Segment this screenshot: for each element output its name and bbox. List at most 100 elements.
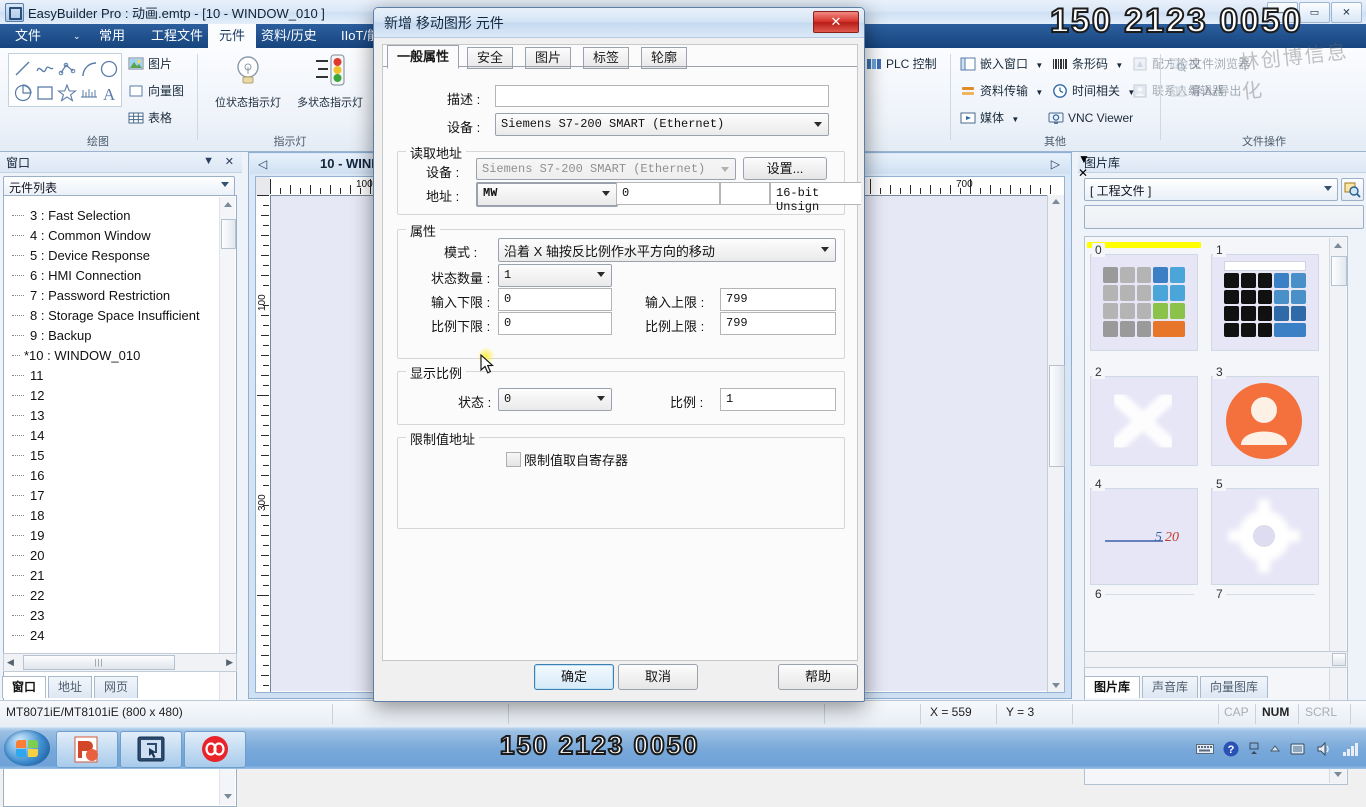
nav-right-icon[interactable]: ▷: [1051, 157, 1060, 171]
display-ratio-field[interactable]: 1: [720, 388, 836, 411]
cancel-button[interactable]: 取消: [618, 664, 698, 690]
library-name-field[interactable]: [1084, 205, 1364, 229]
plc-control-button[interactable]: PLC 控制: [866, 54, 937, 75]
barcode-button[interactable]: 条形码 ▼: [1052, 54, 1123, 75]
help-icon[interactable]: ?: [1223, 741, 1239, 757]
show-hidden-icon[interactable]: [1269, 743, 1281, 755]
ok-button[interactable]: 确定: [534, 664, 614, 690]
barcode-dropdown-icon[interactable]: ▼: [1115, 61, 1123, 70]
taskbar-item-recorder[interactable]: [184, 731, 246, 768]
signal-icon[interactable]: [1342, 741, 1360, 757]
scroll-left-icon[interactable]: ◀: [7, 657, 14, 668]
picture-button[interactable]: 图片: [128, 54, 172, 75]
taskbar-item-easybuilder[interactable]: [120, 731, 182, 768]
import-export-button[interactable]: 导入/导出: [1170, 81, 1241, 102]
device-selector[interactable]: Siemens S7-200 SMART (Ethernet): [495, 113, 829, 136]
editor-vertical-scrollbar[interactable]: [1047, 195, 1065, 692]
ribbon-tab-data-history[interactable]: 资料/历史: [250, 24, 328, 48]
arc-icon[interactable]: [79, 57, 99, 79]
tab-address[interactable]: 地址: [48, 676, 93, 698]
address-type-selector[interactable]: MW: [476, 182, 618, 207]
pie-icon[interactable]: [13, 81, 33, 103]
embedded-window-dropdown-icon[interactable]: ▼: [1035, 61, 1043, 70]
chevron-up-icon[interactable]: [1052, 199, 1060, 204]
scale-min-field[interactable]: 0: [498, 312, 612, 335]
library-item-index: 4: [1092, 477, 1105, 491]
polygon-icon[interactable]: [57, 57, 77, 79]
chevron-down-icon[interactable]: [1334, 772, 1342, 777]
library-scroll-thumb[interactable]: [1331, 256, 1347, 286]
star-icon[interactable]: [57, 81, 77, 103]
ribbon-tab-file[interactable]: 文件: [4, 24, 52, 48]
close-icon[interactable]: ✕: [225, 155, 234, 168]
volume-icon[interactable]: [1316, 741, 1333, 757]
ribbon-tab-object[interactable]: 元件: [208, 24, 257, 48]
tree-hscroll-thumb[interactable]: |||: [23, 655, 175, 670]
text-icon[interactable]: A: [99, 81, 119, 103]
maximize-button[interactable]: ▭: [1299, 2, 1330, 23]
scroll-right-icon[interactable]: ▶: [226, 657, 233, 668]
scroll-down-button[interactable]: [220, 789, 235, 805]
tab-picture-library[interactable]: 图片库: [1084, 676, 1141, 698]
description-input[interactable]: [495, 85, 829, 107]
file-browser-button[interactable]: 文件浏览器: [1170, 54, 1250, 75]
scale-max-field[interactable]: 799: [720, 312, 836, 335]
library-source-selector[interactable]: [ 工程文件 ]: [1084, 178, 1338, 201]
tab-webpage[interactable]: 网页: [94, 676, 139, 698]
polyline-icon[interactable]: [35, 57, 55, 79]
ribbon-tab-home[interactable]: 常用: [88, 24, 136, 48]
window-list-selector[interactable]: 元件列表: [3, 176, 235, 197]
limit-from-register-checkbox[interactable]: [506, 452, 521, 467]
dialog-close-button[interactable]: ✕: [813, 11, 859, 33]
library-search-button[interactable]: [1341, 178, 1364, 201]
rectangle-icon[interactable]: [35, 81, 55, 103]
help-button[interactable]: 帮助: [778, 664, 858, 690]
tree-horizontal-scrollbar[interactable]: ◀ ||| ▶: [3, 653, 237, 672]
chevron-down-icon[interactable]: ▼: [1078, 152, 1366, 166]
address-input[interactable]: 0: [616, 182, 720, 205]
chevron-down-icon[interactable]: ▼: [203, 155, 214, 167]
address-extra-input[interactable]: [720, 182, 770, 205]
data-transfer-button[interactable]: 资料传输 ▼: [960, 81, 1043, 102]
multi-state-lamp-button[interactable]: 多状态指示灯: [290, 52, 370, 110]
settings-button[interactable]: 设置...: [743, 157, 827, 180]
read-device-selector[interactable]: Siemens S7-200 SMART (Ethernet): [476, 158, 736, 180]
ellipse-icon[interactable]: [99, 57, 119, 79]
scale-icon[interactable]: [79, 81, 99, 103]
nav-left-icon[interactable]: ◁: [258, 157, 267, 171]
vnc-viewer-button[interactable]: VNC Viewer: [1048, 108, 1133, 129]
windows-start-icon[interactable]: [4, 730, 50, 766]
keyboard-icon[interactable]: [1196, 742, 1214, 756]
library-horizontal-scrollbar[interactable]: [1084, 651, 1348, 668]
display-state-selector[interactable]: 0: [498, 388, 612, 411]
library-hscroll-thumb[interactable]: [1332, 653, 1346, 666]
media-button[interactable]: 媒体 ▼: [960, 108, 1019, 129]
tab-sound-library[interactable]: 声音库: [1142, 676, 1199, 698]
minimize-button[interactable]: —: [1267, 2, 1298, 23]
taskbar-item-powerpoint[interactable]: [56, 731, 118, 768]
tab-vector-library[interactable]: 向量图库: [1200, 676, 1269, 698]
editor-scroll-thumb[interactable]: [1049, 365, 1065, 467]
bit-lamp-button[interactable]: 位状态指示灯: [208, 52, 288, 110]
show-desktop-icon[interactable]: [1248, 742, 1260, 756]
close-button[interactable]: ✕: [1331, 2, 1362, 23]
time-related-button[interactable]: 时间相关 ▼: [1052, 81, 1135, 102]
input-max-field[interactable]: 799: [720, 288, 836, 311]
media-dropdown-icon[interactable]: ▼: [1011, 115, 1019, 124]
vector-graphic-button[interactable]: 向量图: [128, 81, 184, 102]
chevron-down-icon[interactable]: [1052, 683, 1060, 688]
data-transfer-dropdown-icon[interactable]: ▼: [1035, 88, 1043, 97]
scroll-up-button[interactable]: [220, 197, 235, 213]
chevron-up-icon[interactable]: [1334, 243, 1342, 248]
tree-scroll-thumb[interactable]: [221, 219, 236, 249]
state-count-selector[interactable]: 1: [498, 264, 612, 287]
ribbon-tab-project[interactable]: 工程文件: [140, 24, 214, 48]
input-min-field[interactable]: 0: [498, 288, 612, 311]
table-button[interactable]: 表格: [128, 108, 172, 129]
embedded-window-button[interactable]: 嵌入窗口 ▼: [960, 54, 1043, 75]
tab-window[interactable]: 窗口: [2, 676, 47, 698]
mode-selector[interactable]: 沿着 X 轴按反比例作水平方向的移动: [498, 238, 836, 262]
line-icon[interactable]: [13, 57, 33, 79]
network-icon[interactable]: [1290, 741, 1307, 757]
dialog-tab-general[interactable]: 一般属性: [387, 45, 460, 69]
